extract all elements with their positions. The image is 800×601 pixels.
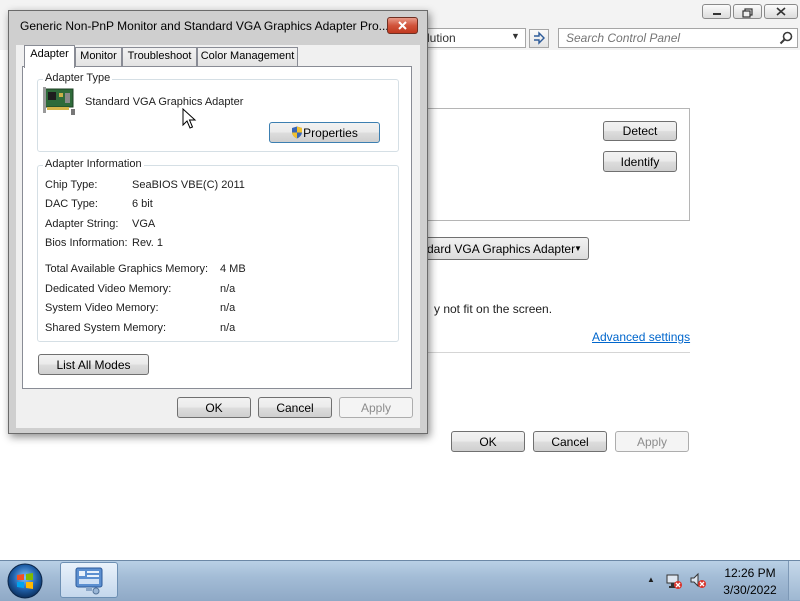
system-memory-label: System Video Memory: bbox=[45, 302, 159, 314]
cp-apply-button[interactable]: Apply bbox=[615, 431, 689, 452]
fit-warning-text: y not fit on the screen. bbox=[434, 302, 553, 316]
adapter-type-label: Adapter Type bbox=[43, 72, 113, 84]
chip-type-value: SeaBIOS VBE(C) 2011 bbox=[132, 179, 245, 191]
shared-memory-label: Shared System Memory: bbox=[45, 322, 167, 334]
adapter-string-value: VGA bbox=[132, 218, 156, 230]
cancel-button[interactable]: Cancel bbox=[258, 397, 332, 418]
tab-adapter[interactable]: Adapter bbox=[24, 45, 75, 68]
display-dropdown-value[interactable]: dard VGA Graphics Adapter bbox=[427, 242, 575, 256]
tab-monitor[interactable]: Monitor bbox=[75, 47, 122, 66]
minimize-icon bbox=[713, 13, 721, 15]
restore-button[interactable] bbox=[733, 4, 762, 19]
refresh-icon bbox=[534, 31, 545, 45]
divider bbox=[428, 352, 690, 353]
bios-info-value: Rev. 1 bbox=[132, 237, 163, 249]
dac-type-value: 6 bit bbox=[132, 198, 153, 210]
search-input[interactable] bbox=[566, 31, 766, 45]
cp-cancel-button[interactable]: Cancel bbox=[533, 431, 607, 452]
volume-muted-icon[interactable] bbox=[689, 572, 707, 590]
properties-button[interactable]: Properties bbox=[269, 122, 380, 143]
control-panel-icon bbox=[75, 567, 103, 595]
adapter-name: Standard VGA Graphics Adapter bbox=[85, 96, 244, 108]
network-icon[interactable] bbox=[665, 572, 683, 590]
address-dropdown-arrow-icon[interactable]: ▼ bbox=[511, 31, 520, 41]
detect-button[interactable]: Detect bbox=[603, 121, 677, 141]
address-breadcrumb[interactable]: lution bbox=[427, 31, 456, 45]
start-button[interactable] bbox=[6, 562, 44, 600]
dialog-title: Generic Non-PnP Monitor and Standard VGA… bbox=[20, 19, 389, 33]
dialog-close-button[interactable] bbox=[387, 17, 418, 34]
adapter-info-label: Adapter Information bbox=[43, 158, 144, 170]
refresh-button[interactable] bbox=[529, 29, 549, 48]
close-icon bbox=[776, 7, 786, 16]
system-memory-value: n/a bbox=[220, 302, 236, 314]
dac-type-label: DAC Type: bbox=[45, 198, 98, 210]
chip-type-label: Chip Type: bbox=[45, 179, 98, 191]
adapter-string-label: Adapter String: bbox=[45, 218, 119, 230]
total-memory-label: Total Available Graphics Memory: bbox=[45, 263, 209, 275]
close-window-button[interactable] bbox=[764, 4, 798, 19]
graphics-card-icon bbox=[43, 87, 75, 115]
show-hidden-icons-button[interactable]: ▲ bbox=[647, 575, 655, 584]
properties-label: Properties bbox=[303, 125, 358, 140]
list-all-modes-button[interactable]: List All Modes bbox=[38, 354, 149, 375]
adapter-info-group bbox=[37, 165, 399, 342]
close-icon bbox=[398, 21, 407, 30]
taskbar-item-control-panel[interactable] bbox=[60, 562, 118, 598]
bios-info-label: Bios Information: bbox=[45, 237, 128, 249]
tab-color-management[interactable]: Color Management bbox=[197, 47, 298, 66]
apply-button[interactable]: Apply bbox=[339, 397, 413, 418]
ok-button[interactable]: OK bbox=[177, 397, 251, 418]
shield-icon bbox=[292, 126, 303, 138]
advanced-settings-link[interactable]: Advanced settings bbox=[592, 330, 690, 344]
show-desktop-button[interactable] bbox=[788, 561, 800, 600]
dedicated-memory-label: Dedicated Video Memory: bbox=[45, 283, 172, 295]
total-memory-value: 4 MB bbox=[220, 263, 246, 275]
shared-memory-value: n/a bbox=[220, 322, 236, 334]
mouse-pointer-icon bbox=[182, 108, 197, 129]
clock-time[interactable]: 12:26 PM bbox=[724, 566, 776, 580]
search-icon[interactable] bbox=[778, 30, 794, 46]
restore-icon bbox=[742, 8, 753, 18]
dedicated-memory-value: n/a bbox=[220, 283, 236, 295]
cp-ok-button[interactable]: OK bbox=[451, 431, 525, 452]
minimize-button[interactable] bbox=[702, 4, 731, 19]
clock-date[interactable]: 3/30/2022 bbox=[720, 583, 780, 597]
tab-troubleshoot[interactable]: Troubleshoot bbox=[122, 47, 197, 66]
chevron-down-icon[interactable]: ▼ bbox=[574, 244, 582, 253]
identify-button[interactable]: Identify bbox=[603, 151, 677, 172]
